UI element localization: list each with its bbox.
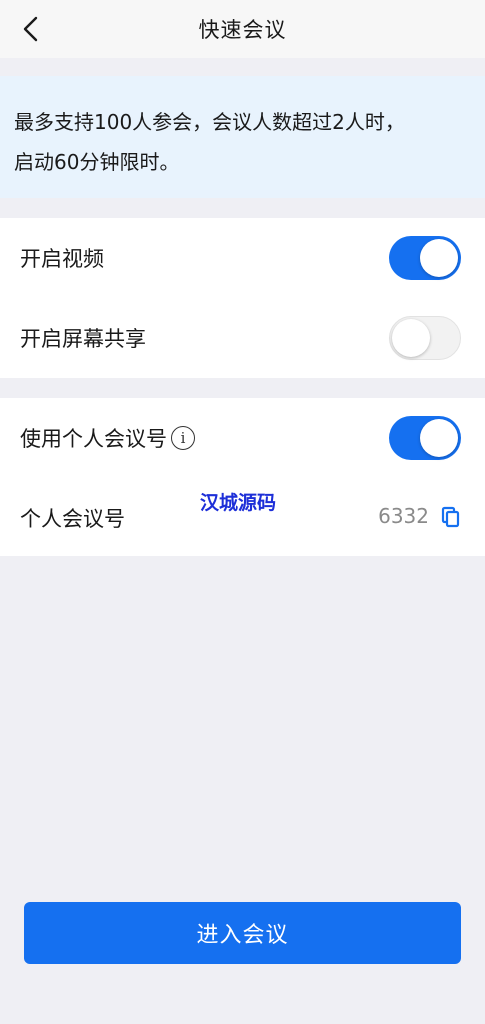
- video-row: 开启视频: [0, 218, 485, 298]
- screen-share-row: 开启屏幕共享: [0, 298, 485, 378]
- enter-meeting-button[interactable]: 进入会议: [24, 902, 461, 964]
- quick-meeting-screen: 快速会议 最多支持100人参会，会议人数超过2人时， 启动60分钟限时。 开启视…: [0, 0, 485, 1024]
- chevron-left-icon: [23, 16, 38, 42]
- video-toggle-knob: [420, 239, 458, 277]
- notice-line-1: 最多支持100人参会，会议人数超过2人时，: [14, 110, 405, 134]
- media-settings-group: 开启视频 开启屏幕共享: [0, 218, 485, 378]
- video-toggle[interactable]: [389, 236, 461, 280]
- personal-meeting-group: 使用个人会议号 i 个人会议号 6332 汉城源码: [0, 398, 485, 556]
- back-button[interactable]: [14, 12, 48, 46]
- top-bar: 快速会议: [0, 0, 485, 58]
- screen-share-toggle-knob: [392, 319, 430, 357]
- personal-meeting-id-toggle-knob: [420, 419, 458, 457]
- screen-share-label: 开启屏幕共享: [20, 327, 146, 351]
- personal-meeting-id-row: 使用个人会议号 i: [0, 398, 485, 478]
- copy-icon: [441, 506, 460, 528]
- limit-notice: 最多支持100人参会，会议人数超过2人时， 启动60分钟限时。: [0, 76, 485, 198]
- personal-meeting-number-label: 个人会议号: [20, 507, 125, 531]
- personal-meeting-id-label: 使用个人会议号: [20, 427, 167, 451]
- copy-button[interactable]: [441, 506, 461, 528]
- video-label: 开启视频: [20, 247, 104, 271]
- personal-meeting-id-label-wrap: 使用个人会议号 i: [20, 423, 195, 453]
- screen-share-toggle[interactable]: [389, 316, 461, 360]
- personal-meeting-number: 6332: [378, 504, 429, 528]
- page-title: 快速会议: [198, 18, 287, 42]
- info-icon[interactable]: i: [171, 426, 195, 450]
- personal-meeting-id-toggle[interactable]: [389, 416, 461, 460]
- notice-line-2: 启动60分钟限时。: [14, 150, 180, 174]
- watermark-text: 汉城源码: [200, 492, 277, 514]
